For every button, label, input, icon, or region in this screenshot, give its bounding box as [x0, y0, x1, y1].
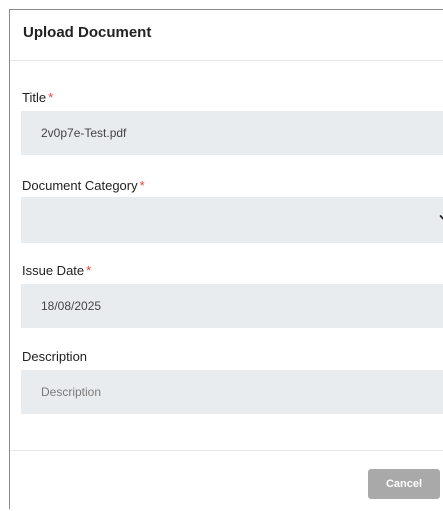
issue-date-label: Issue Date * — [22, 263, 91, 278]
title-label-text: Title — [22, 90, 47, 105]
description-label: Description — [22, 349, 88, 364]
issue-date-input[interactable] — [21, 284, 443, 328]
upload-document-dialog: Upload Document × Title* Document Catego… — [9, 9, 443, 509]
issue-date-required-mark: * — [86, 263, 92, 278]
dialog-footer: Cancel — [10, 450, 443, 511]
cancel-button[interactable]: Cancel — [368, 469, 440, 499]
title-label: Title * — [22, 90, 53, 105]
document-category-select[interactable] — [21, 197, 443, 243]
description-input[interactable] — [21, 370, 443, 414]
document-category-required-mark: * — [139, 178, 145, 193]
title-input[interactable] — [21, 111, 443, 155]
dialog-title: Upload Document — [23, 24, 152, 41]
dialog-header: Upload Document × — [10, 10, 443, 61]
document-category-label: Document Category * — [22, 178, 145, 193]
chevron-down-icon — [439, 215, 443, 220]
title-required-mark: * — [48, 90, 54, 105]
document-category-label-text: Document Category — [22, 178, 138, 193]
issue-date-label-text: Issue Date — [22, 263, 85, 278]
